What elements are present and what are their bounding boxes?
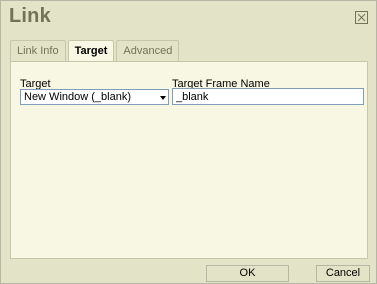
frame-name-input[interactable] xyxy=(172,88,364,105)
chevron-down-icon[interactable] xyxy=(160,96,166,100)
dialog-title: Link xyxy=(9,5,51,27)
tab-link-info[interactable]: Link Info xyxy=(10,40,66,61)
cancel-button[interactable]: Cancel xyxy=(316,265,370,282)
close-icon[interactable] xyxy=(355,11,368,24)
link-dialog: Link Link Info Target Advanced Target Ne… xyxy=(0,0,377,284)
target-panel: Target New Window (_blank) Target Frame … xyxy=(10,61,368,259)
tab-advanced[interactable]: Advanced xyxy=(116,40,180,61)
tab-bar: Link Info Target Advanced xyxy=(10,40,180,62)
tab-target[interactable]: Target xyxy=(67,40,115,62)
target-select-value: New Window (_blank) xyxy=(24,91,131,103)
ok-button[interactable]: OK xyxy=(206,265,289,282)
target-select[interactable]: New Window (_blank) xyxy=(20,89,169,105)
